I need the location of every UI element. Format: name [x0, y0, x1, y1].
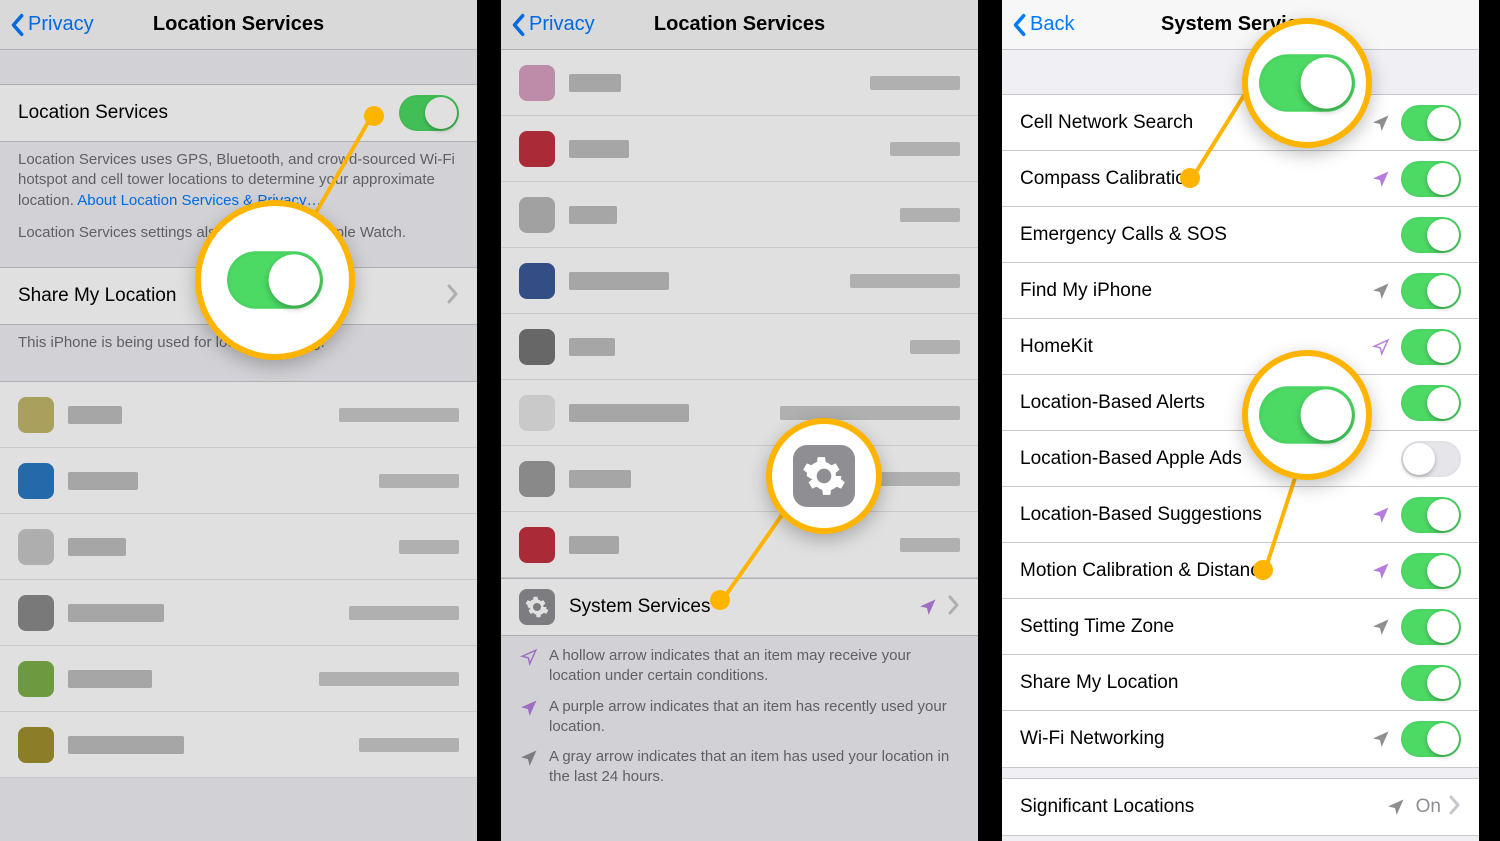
toggle[interactable] [1401, 105, 1461, 141]
back-button[interactable]: Privacy [10, 13, 94, 37]
panel-location-services-1: Privacy Location Services Location Servi… [0, 0, 477, 841]
location-arrow-icon [519, 647, 539, 667]
app-row[interactable] [0, 580, 477, 646]
toggle-on-zoom [1259, 54, 1355, 112]
app-row[interactable] [0, 646, 477, 712]
location-arrow-icon [1371, 561, 1391, 581]
toggle-on-zoom [227, 251, 323, 309]
app-row[interactable] [501, 50, 978, 116]
system-service-row[interactable]: Wi-Fi Networking [1002, 711, 1479, 767]
location-arrow-icon [918, 597, 938, 617]
location-arrow-icon [1371, 729, 1391, 749]
callout-toggle-top [1242, 18, 1372, 148]
location-arrow-icon [1371, 169, 1391, 189]
panel-location-services-2: Privacy Location Services [501, 0, 978, 841]
legend-text: A purple arrow indicates that an item ha… [549, 697, 960, 738]
system-service-row[interactable]: Setting Time Zone [1002, 599, 1479, 655]
toggle[interactable] [1401, 721, 1461, 757]
system-service-row[interactable]: Find My iPhone [1002, 263, 1479, 319]
significant-locations-label: Significant Locations [1020, 796, 1386, 818]
significant-locations-row[interactable]: Significant Locations On [1002, 779, 1479, 835]
location-arrow-icon [1371, 505, 1391, 525]
location-arrow-icon [1371, 113, 1391, 133]
toggle[interactable] [1401, 329, 1461, 365]
system-service-row[interactable]: HomeKit [1002, 319, 1479, 375]
back-label: Privacy [529, 13, 595, 36]
toggle[interactable] [1401, 609, 1461, 645]
system-service-label: Location-Based Suggestions [1020, 504, 1371, 526]
chevron-right-icon [447, 284, 459, 309]
location-arrow-icon [1386, 797, 1406, 817]
toggle[interactable] [1401, 273, 1461, 309]
nav-bar: Back System Services [1002, 0, 1479, 50]
toggle[interactable] [1401, 553, 1461, 589]
gear-icon-zoom [793, 445, 855, 507]
back-label: Back [1030, 13, 1074, 36]
app-row[interactable] [501, 116, 978, 182]
app-row[interactable] [0, 712, 477, 778]
legend-text: A gray arrow indicates that an item has … [549, 747, 960, 788]
chevron-right-icon [948, 595, 960, 620]
page-title: Location Services [654, 13, 825, 36]
nav-bar: Privacy Location Services [501, 0, 978, 50]
system-service-row[interactable]: Location-Based Alerts [1002, 375, 1479, 431]
back-button[interactable]: Back [1012, 13, 1074, 37]
system-services-row[interactable]: System Services [501, 579, 978, 635]
location-arrow-icon [519, 748, 539, 768]
system-service-label: Motion Calibration & Distance [1020, 560, 1371, 582]
app-row[interactable] [0, 448, 477, 514]
system-service-label: Find My iPhone [1020, 280, 1371, 302]
system-service-row[interactable]: Share My Location [1002, 655, 1479, 711]
toggle[interactable] [1401, 217, 1461, 253]
location-arrow-icon [519, 698, 539, 718]
significant-locations-value: On [1416, 796, 1441, 818]
callout-gear [766, 418, 882, 534]
system-service-label: Wi-Fi Networking [1020, 728, 1371, 750]
location-services-label: Location Services [18, 102, 399, 124]
legend: A hollow arrow indicates that an item ma… [501, 636, 978, 808]
legend-text: A hollow arrow indicates that an item ma… [549, 646, 960, 687]
toggle-on-zoom [1259, 386, 1355, 444]
app-row[interactable] [501, 182, 978, 248]
toggle[interactable] [1401, 161, 1461, 197]
app-row[interactable] [0, 382, 477, 448]
system-service-row[interactable]: Location-Based Suggestions [1002, 487, 1479, 543]
callout-toggle [195, 200, 355, 360]
system-service-label: Setting Time Zone [1020, 616, 1371, 638]
system-services-label: System Services [569, 596, 918, 618]
gear-icon [519, 589, 555, 625]
system-service-row[interactable]: Location-Based Apple Ads [1002, 431, 1479, 487]
location-arrow-icon [1371, 337, 1391, 357]
location-arrow-icon [1371, 617, 1391, 637]
toggle[interactable] [1401, 441, 1461, 477]
app-row[interactable] [501, 248, 978, 314]
callout-toggle-bottom [1242, 350, 1372, 480]
chevron-right-icon [1449, 795, 1461, 820]
system-service-row[interactable]: Emergency Calls & SOS [1002, 207, 1479, 263]
location-services-toggle-row[interactable]: Location Services [0, 85, 477, 141]
back-button[interactable]: Privacy [511, 13, 595, 37]
nav-bar: Privacy Location Services [0, 0, 477, 50]
system-service-label: Emergency Calls & SOS [1020, 224, 1401, 246]
app-row[interactable] [501, 446, 978, 512]
toggle-on[interactable] [399, 95, 459, 131]
app-row[interactable] [501, 314, 978, 380]
panel-system-services: Back System Services Cell Network Search… [1002, 0, 1479, 841]
system-service-label: Share My Location [1020, 672, 1401, 694]
toggle[interactable] [1401, 497, 1461, 533]
system-service-row[interactable]: Compass Calibration [1002, 151, 1479, 207]
app-row[interactable] [0, 514, 477, 580]
system-service-row[interactable]: Motion Calibration & Distance [1002, 543, 1479, 599]
app-row[interactable] [501, 512, 978, 578]
page-title: Location Services [153, 13, 324, 36]
app-row[interactable] [501, 380, 978, 446]
toggle[interactable] [1401, 665, 1461, 701]
toggle[interactable] [1401, 385, 1461, 421]
location-arrow-icon [1371, 281, 1391, 301]
back-label: Privacy [28, 13, 94, 36]
